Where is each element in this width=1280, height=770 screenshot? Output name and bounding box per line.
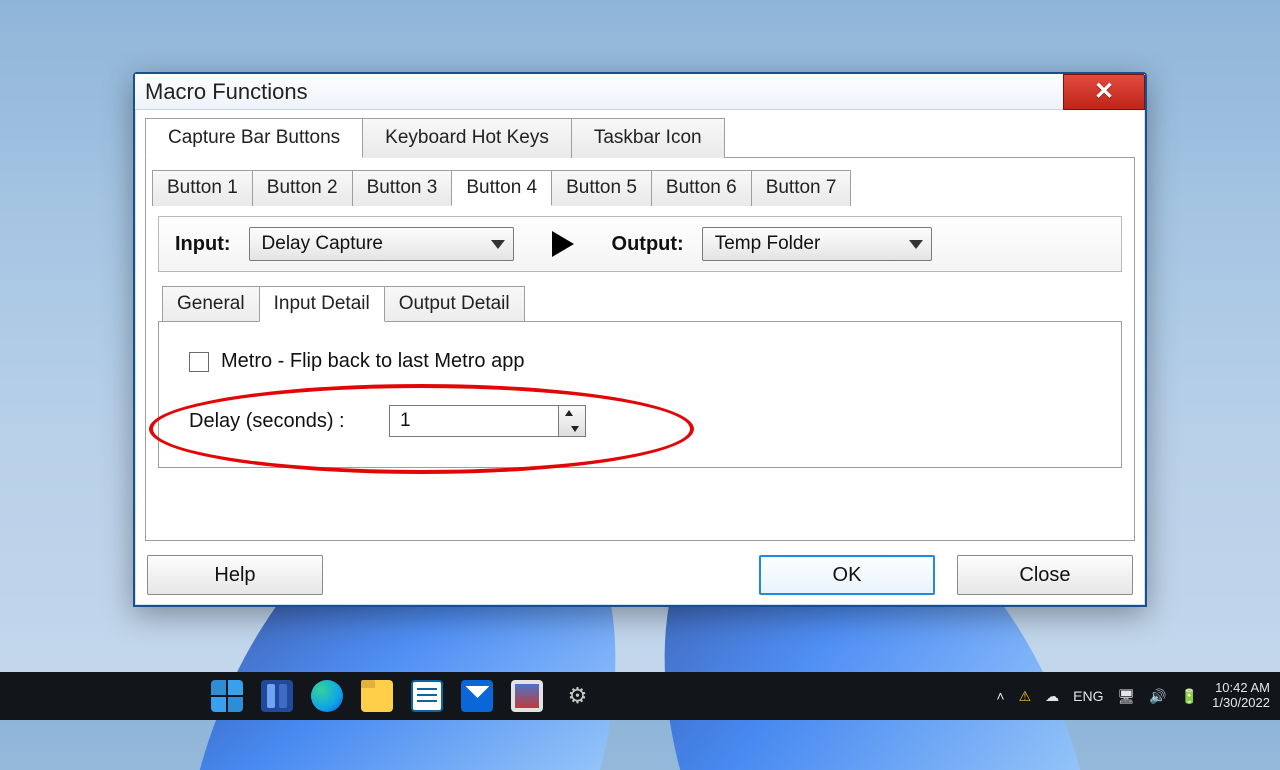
tab-label: Button 7 (766, 177, 837, 198)
pinned-app-icon[interactable] (511, 680, 543, 712)
settings-icon[interactable]: ⚙ (561, 680, 593, 712)
tab-button-4[interactable]: Button 4 (451, 170, 552, 206)
input-dropdown-value: Delay Capture (262, 233, 383, 255)
metro-checkbox[interactable] (189, 352, 209, 372)
button-label: Help (214, 564, 255, 587)
main-tab-body: Button 1 Button 2 Button 3 Button 4 Butt… (145, 157, 1135, 541)
input-output-bar: Input: Delay Capture Output: Temp Folder (158, 216, 1122, 272)
battery-icon[interactable]: 🔋 (1181, 688, 1198, 705)
delay-spinner (389, 405, 586, 437)
tab-label: Button 1 (167, 177, 238, 198)
metro-checkbox-label: Metro - Flip back to last Metro app (221, 350, 524, 373)
tab-output-detail[interactable]: Output Detail (384, 286, 525, 322)
clock-time: 10:42 AM (1212, 681, 1270, 696)
arrow-right-icon (552, 231, 574, 257)
output-dropdown-value: Temp Folder (715, 233, 821, 255)
taskbar: ⚙ ˄ ⚠ ☁ ENG 🖥 🔊 🔋 10:42 AM 1/30/2022 (0, 672, 1280, 720)
language-indicator[interactable]: ENG (1073, 688, 1103, 704)
tab-button-6[interactable]: Button 6 (651, 170, 752, 206)
security-warning-icon[interactable]: ⚠ (1019, 688, 1032, 705)
dialog-client-area: Capture Bar Buttons Keyboard Hot Keys Ta… (135, 110, 1145, 605)
start-button[interactable] (211, 680, 243, 712)
ok-button[interactable]: OK (759, 555, 935, 595)
tab-label: Keyboard Hot Keys (385, 127, 549, 148)
clock[interactable]: 10:42 AM 1/30/2022 (1212, 681, 1270, 711)
tab-capture-bar-buttons[interactable]: Capture Bar Buttons (145, 118, 363, 158)
tab-label: Input Detail (274, 293, 370, 314)
delay-row: Delay (seconds) : (189, 405, 1091, 437)
chevron-down-icon (491, 240, 505, 249)
titlebar: Macro Functions ✕ (135, 74, 1145, 110)
widgets-icon[interactable] (261, 680, 293, 712)
chevron-down-icon (909, 240, 923, 249)
taskbar-center: ⚙ (211, 680, 593, 712)
delay-label: Delay (seconds) : (189, 410, 359, 433)
onedrive-icon[interactable]: ☁ (1045, 688, 1059, 705)
output-label: Output: (612, 233, 684, 256)
output-dropdown[interactable]: Temp Folder (702, 227, 932, 261)
dialog-title: Macro Functions (145, 79, 308, 105)
tab-label: Capture Bar Buttons (168, 127, 340, 148)
tab-keyboard-hot-keys[interactable]: Keyboard Hot Keys (362, 118, 572, 158)
help-button[interactable]: Help (147, 555, 323, 595)
store-icon[interactable] (411, 680, 443, 712)
close-button[interactable]: Close (957, 555, 1133, 595)
close-icon: ✕ (1094, 80, 1114, 104)
macro-functions-dialog: Macro Functions ✕ Capture Bar Buttons Ke… (133, 72, 1147, 607)
dialog-footer: Help OK Close (145, 555, 1135, 595)
tab-label: Button 5 (566, 177, 637, 198)
edge-icon[interactable] (311, 680, 343, 712)
tab-general[interactable]: General (162, 286, 260, 322)
network-icon[interactable]: 🖥 (1118, 688, 1136, 705)
file-explorer-icon[interactable] (361, 680, 393, 712)
detail-body: Metro - Flip back to last Metro app Dela… (158, 321, 1122, 468)
tab-button-7[interactable]: Button 7 (751, 170, 852, 206)
button-label: OK (833, 564, 862, 587)
tab-input-detail[interactable]: Input Detail (259, 286, 385, 322)
main-tabs: Capture Bar Buttons Keyboard Hot Keys Ta… (145, 118, 1135, 158)
tab-label: Button 2 (267, 177, 338, 198)
input-label: Input: (175, 233, 231, 256)
button-label: Close (1019, 564, 1070, 587)
tab-label: Output Detail (399, 293, 510, 314)
clock-date: 1/30/2022 (1212, 696, 1270, 711)
tab-label: Taskbar Icon (594, 127, 702, 148)
tab-button-2[interactable]: Button 2 (252, 170, 353, 206)
tray-overflow-icon[interactable]: ˄ (996, 688, 1004, 704)
mail-icon[interactable] (461, 680, 493, 712)
system-tray: ˄ ⚠ ☁ ENG 🖥 🔊 🔋 10:42 AM 1/30/2022 (996, 681, 1270, 711)
detail-tabs: General Input Detail Output Detail (162, 286, 1128, 322)
tab-taskbar-icon[interactable]: Taskbar Icon (571, 118, 725, 158)
volume-icon[interactable]: 🔊 (1149, 688, 1166, 705)
tab-label: Button 4 (466, 177, 537, 198)
tab-button-1[interactable]: Button 1 (152, 170, 253, 206)
tab-button-3[interactable]: Button 3 (352, 170, 453, 206)
input-dropdown[interactable]: Delay Capture (249, 227, 514, 261)
delay-input[interactable] (389, 405, 559, 437)
window-close-button[interactable]: ✕ (1063, 74, 1145, 110)
metro-checkbox-row: Metro - Flip back to last Metro app (189, 350, 1091, 373)
tab-label: Button 3 (367, 177, 438, 198)
tab-label: Button 6 (666, 177, 737, 198)
delay-spin-buttons[interactable] (558, 405, 586, 437)
tab-button-5[interactable]: Button 5 (551, 170, 652, 206)
button-tabs: Button 1 Button 2 Button 3 Button 4 Butt… (152, 170, 1128, 206)
tab-label: General (177, 293, 245, 314)
